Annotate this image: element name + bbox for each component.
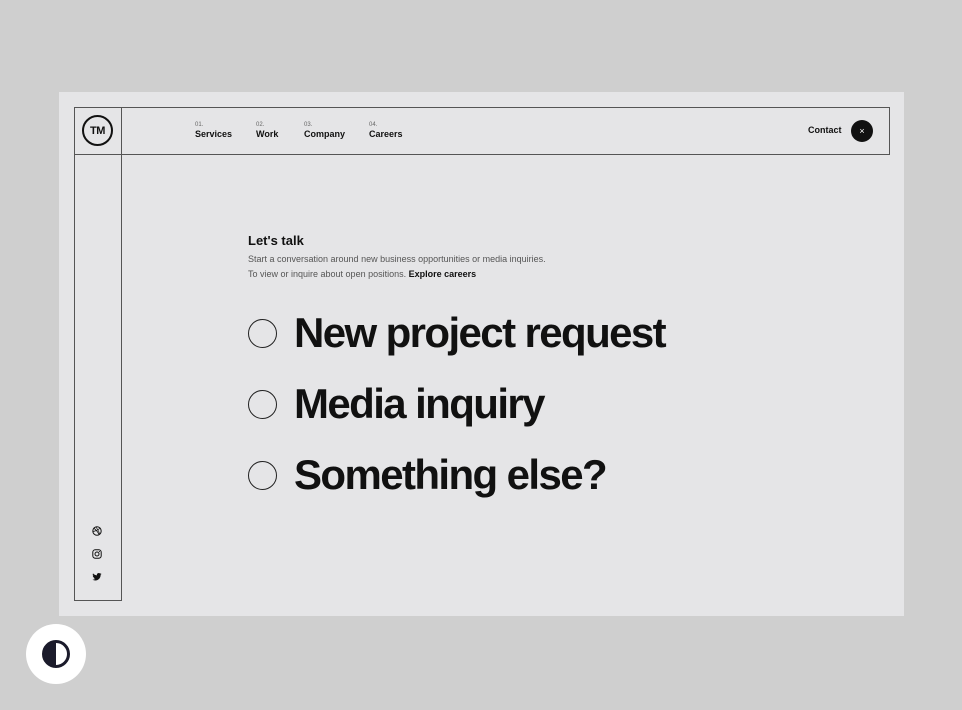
nav-label: Work (256, 129, 279, 139)
contrast-icon (42, 640, 70, 668)
intro-line-2: To view or inquire about open positions.… (248, 269, 476, 279)
radio-button[interactable] (248, 389, 277, 419)
nav-number: 03. (304, 122, 313, 128)
contact-link[interactable]: Contact (808, 125, 842, 135)
option-new-project[interactable]: New project request (248, 308, 667, 358)
intro-line-1: Start a conversation around new business… (248, 254, 546, 264)
option-something-else[interactable]: Something else? (248, 450, 608, 500)
option-media-inquiry[interactable]: Media inquiry (248, 379, 546, 429)
close-button[interactable]: × (851, 120, 873, 142)
header-bottom-border (74, 154, 889, 155)
nav-item-work[interactable]: 02. Work (256, 122, 278, 140)
header-right-border (889, 107, 890, 155)
explore-careers-link[interactable]: Explore careers (409, 269, 477, 279)
radio-button[interactable] (248, 318, 277, 348)
dribbble-icon[interactable] (92, 526, 102, 536)
nav-item-careers[interactable]: 04. Careers (369, 122, 403, 140)
nav-number: 04. (369, 122, 378, 128)
close-icon: × (859, 126, 865, 136)
theme-toggle-button[interactable] (26, 624, 86, 684)
nav-item-services[interactable]: 01. Services (195, 122, 232, 140)
sidebar-right-border (121, 107, 122, 601)
intro-line-2-text: To view or inquire about open positions. (248, 269, 407, 279)
sidebar-left-border (74, 107, 75, 601)
option-label: Something else? (294, 451, 608, 498)
option-label: New project request (294, 309, 667, 356)
nav-number: 01. (195, 122, 204, 128)
nav-label: Company (304, 129, 346, 139)
contact-page: TM 01. Services 02. Work 03. Company 04.… (59, 92, 904, 616)
nav-label: Careers (369, 129, 403, 139)
nav-number: 02. (256, 122, 265, 128)
twitter-icon[interactable] (92, 572, 102, 582)
nav-label: Services (195, 129, 233, 139)
instagram-icon[interactable] (92, 549, 102, 559)
sidebar-bottom-border (74, 600, 122, 601)
option-label: Media inquiry (294, 380, 546, 427)
radio-button[interactable] (248, 460, 277, 490)
page-title: Let's talk (248, 233, 304, 248)
logo[interactable]: TM (82, 115, 113, 146)
header-top-border (74, 107, 889, 108)
nav-item-company[interactable]: 03. Company (304, 122, 345, 140)
